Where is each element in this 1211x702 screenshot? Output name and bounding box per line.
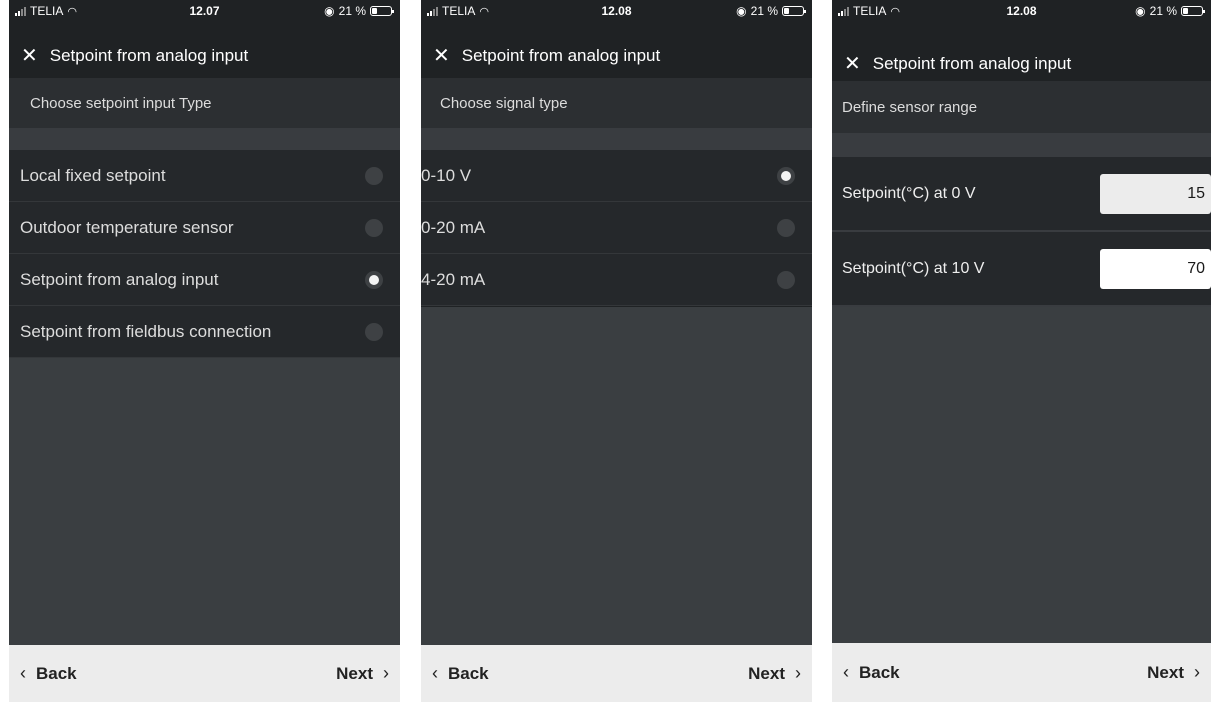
- option-setpoint-from-fieldbus[interactable]: Setpoint from fieldbus connection: [9, 306, 400, 358]
- status-bar: TELIA ◠ 12.07 ◉ 21 %: [9, 0, 400, 22]
- section-header: Define sensor range: [832, 81, 1211, 133]
- battery-icon: [1181, 6, 1205, 16]
- option-label: Local fixed setpoint: [20, 165, 166, 185]
- next-label: Next: [1147, 662, 1184, 682]
- next-label: Next: [336, 663, 373, 683]
- page-title: Setpoint from analog input: [461, 46, 661, 65]
- radio-button-selected[interactable]: [365, 270, 383, 289]
- range-row-0v: Setpoint(°C) at 0 V: [832, 157, 1211, 232]
- section-divider: [9, 128, 400, 150]
- page-title: Setpoint from analog input: [49, 46, 249, 65]
- back-button[interactable]: ‹ Back: [432, 663, 489, 684]
- empty-content-area: [9, 358, 400, 645]
- section-header: Choose signal type: [421, 78, 812, 128]
- battery-percent: 21 %: [338, 4, 366, 18]
- radio-button[interactable]: [365, 218, 383, 237]
- bottom-nav-bar: ‹ Back Next ›: [9, 645, 400, 702]
- back-button[interactable]: ‹ Back: [843, 662, 900, 683]
- chevron-left-icon: ‹: [843, 662, 849, 682]
- radio-button-selected[interactable]: [777, 166, 795, 185]
- close-icon[interactable]: ✕: [844, 54, 861, 74]
- battery-percent: 21 %: [750, 4, 778, 18]
- chevron-right-icon: ›: [795, 663, 801, 683]
- empty-content-area: [832, 307, 1211, 645]
- radio-button[interactable]: [777, 270, 795, 289]
- nav-bar: ✕ Setpoint from analog input: [9, 36, 400, 76]
- section-divider: [832, 133, 1211, 157]
- option-label: Setpoint from fieldbus connection: [20, 321, 272, 341]
- sensor-range-form: Setpoint(°C) at 0 V Setpoint(°C) at 10 V: [832, 157, 1211, 307]
- nav-bar: ✕ Setpoint from analog input: [832, 44, 1211, 84]
- location-icon: ◉: [1135, 4, 1146, 18]
- location-icon: ◉: [736, 4, 747, 18]
- option-label: 0-10 V: [421, 165, 472, 185]
- option-setpoint-from-analog-input[interactable]: Setpoint from analog input: [9, 254, 400, 306]
- phone-screen-sensor-range: TELIA ◠ 12.08 ◉ 21 % ✕ Setpoint from ana…: [832, 0, 1211, 702]
- battery-icon: [370, 6, 394, 16]
- option-label: Outdoor temperature sensor: [20, 217, 234, 237]
- option-list: 0-10 V 0-20 mA 4-20 mA: [421, 150, 812, 306]
- back-label: Back: [859, 662, 900, 682]
- option-label: 4-20 mA: [421, 269, 486, 289]
- radio-button[interactable]: [365, 166, 383, 185]
- bottom-nav-bar: ‹ Back Next ›: [832, 643, 1211, 702]
- empty-content-area: [421, 307, 812, 645]
- next-label: Next: [748, 663, 785, 683]
- range-row-10v: Setpoint(°C) at 10 V: [832, 232, 1211, 307]
- option-local-fixed-setpoint[interactable]: Local fixed setpoint: [9, 150, 400, 202]
- bottom-nav-bar: ‹ Back Next ›: [421, 645, 812, 702]
- phone-screen-signal-type: TELIA ◠ 12.08 ◉ 21 % ✕ Setpoint from ana…: [421, 0, 812, 702]
- next-button[interactable]: Next ›: [1147, 662, 1200, 683]
- field-label: Setpoint(°C) at 0 V: [842, 184, 976, 202]
- chevron-right-icon: ›: [1194, 662, 1200, 682]
- chevron-left-icon: ‹: [20, 663, 26, 683]
- setpoint-at-0v-input[interactable]: [1100, 173, 1211, 214]
- option-list: Local fixed setpoint Outdoor temperature…: [9, 150, 400, 358]
- back-button[interactable]: ‹ Back: [20, 663, 77, 684]
- battery-percent: 21 %: [1149, 4, 1177, 18]
- option-4-20-ma[interactable]: 4-20 mA: [421, 254, 812, 306]
- option-label: 0-20 mA: [421, 217, 486, 237]
- nav-bar: ✕ Setpoint from analog input: [421, 36, 812, 76]
- chevron-right-icon: ›: [383, 663, 389, 683]
- section-divider: [421, 128, 812, 150]
- close-icon[interactable]: ✕: [21, 46, 38, 66]
- status-bar: TELIA ◠ 12.08 ◉ 21 %: [832, 0, 1211, 22]
- status-bar: TELIA ◠ 12.08 ◉ 21 %: [421, 0, 812, 22]
- option-0-20-ma[interactable]: 0-20 mA: [421, 202, 812, 254]
- next-button[interactable]: Next ›: [336, 663, 389, 684]
- radio-button[interactable]: [777, 218, 795, 237]
- back-label: Back: [36, 663, 77, 683]
- phone-screen-setpoint-type: TELIA ◠ 12.07 ◉ 21 % ✕ Setpoint from ana…: [9, 0, 400, 702]
- field-label: Setpoint(°C) at 10 V: [842, 259, 985, 277]
- option-0-10-v[interactable]: 0-10 V: [421, 150, 812, 202]
- back-label: Back: [448, 663, 489, 683]
- option-label: Setpoint from analog input: [20, 269, 219, 289]
- close-icon[interactable]: ✕: [433, 46, 450, 66]
- chevron-left-icon: ‹: [432, 663, 438, 683]
- option-outdoor-temperature-sensor[interactable]: Outdoor temperature sensor: [9, 202, 400, 254]
- location-icon: ◉: [324, 4, 335, 18]
- battery-icon: [782, 6, 806, 16]
- radio-button[interactable]: [365, 322, 383, 341]
- page-title: Setpoint from analog input: [872, 54, 1072, 73]
- section-header: Choose setpoint input Type: [9, 78, 400, 128]
- setpoint-at-10v-input[interactable]: [1100, 248, 1211, 289]
- next-button[interactable]: Next ›: [748, 663, 801, 684]
